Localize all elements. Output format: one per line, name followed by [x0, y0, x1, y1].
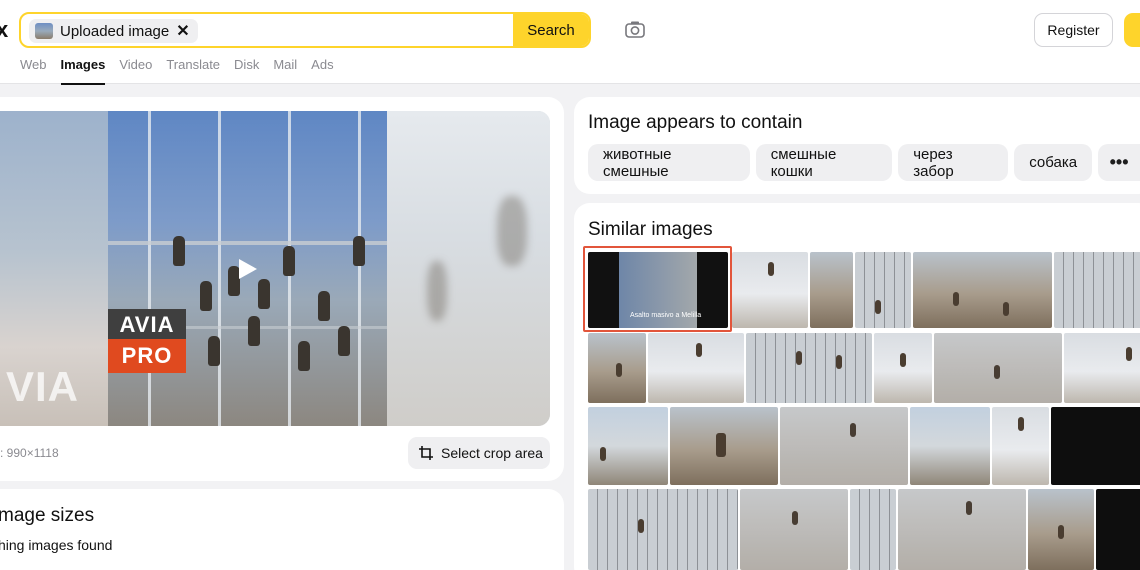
- select-crop-area-button[interactable]: Select crop area: [408, 437, 550, 469]
- search-button[interactable]: Search: [513, 14, 589, 46]
- similar-thumbnail[interactable]: [810, 252, 853, 328]
- similar-thumbnail[interactable]: [740, 489, 848, 570]
- selected-thumbnail-highlight: [583, 246, 732, 332]
- tab-mail[interactable]: Mail: [273, 57, 297, 78]
- tag-list: животные смешные смешные кошки через заб…: [588, 144, 1140, 181]
- tag-chip[interactable]: смешные кошки: [755, 144, 893, 181]
- image-sizes-title: mage sizes: [0, 505, 95, 526]
- tab-disk[interactable]: Disk: [234, 57, 259, 78]
- crop-icon: [419, 446, 433, 460]
- similar-thumbnail[interactable]: [850, 489, 896, 570]
- tab-video[interactable]: Video: [119, 57, 152, 78]
- tag-chip[interactable]: через забор: [898, 144, 1009, 181]
- tab-translate[interactable]: Translate: [166, 57, 220, 78]
- play-icon[interactable]: [239, 259, 257, 279]
- similar-thumbnail[interactable]: [588, 489, 738, 570]
- similar-thumbnail[interactable]: [648, 333, 744, 403]
- uploaded-image-thumbnail: [35, 23, 53, 39]
- image-preview[interactable]: VIA: [0, 111, 550, 426]
- tab-images[interactable]: Images: [60, 57, 105, 85]
- header: x Uploaded image ✕ Search Register Web I…: [0, 0, 1140, 85]
- similar-thumbnail[interactable]: [910, 407, 990, 485]
- similar-thumbnail[interactable]: [588, 333, 646, 403]
- close-icon[interactable]: ✕: [176, 21, 189, 41]
- camera-search-icon[interactable]: [624, 19, 646, 41]
- uploaded-image-label: Uploaded image: [60, 22, 170, 40]
- similar-thumbnail[interactable]: [1054, 252, 1140, 328]
- more-tags-button[interactable]: •••: [1098, 144, 1140, 181]
- tab-web[interactable]: Web: [20, 57, 47, 78]
- blurred-background-left: VIA: [0, 111, 108, 426]
- similar-thumbnail[interactable]: [913, 252, 1052, 328]
- similar-thumbnail[interactable]: [780, 407, 908, 485]
- similar-thumbnail[interactable]: [874, 333, 932, 403]
- similar-thumbnail[interactable]: [746, 333, 872, 403]
- uploaded-image-chip[interactable]: Uploaded image ✕: [29, 19, 198, 43]
- contains-title: Image appears to contain: [588, 112, 803, 133]
- tab-ads[interactable]: Ads: [311, 57, 333, 78]
- similar-thumbnail[interactable]: [1051, 407, 1140, 485]
- similar-thumbnail[interactable]: [898, 489, 1026, 570]
- similar-thumbnail[interactable]: [934, 333, 1062, 403]
- tag-chip[interactable]: животные смешные: [588, 144, 750, 181]
- search-tabs: Web Images Video Translate Disk Mail Ads: [20, 57, 334, 85]
- blurred-overlay-text: VIA: [6, 363, 80, 410]
- similar-thumbnail[interactable]: [588, 407, 668, 485]
- image-sizes-subtitle: hing images found: [0, 537, 113, 553]
- image-sizes-card: [0, 489, 564, 570]
- tag-chip[interactable]: собака: [1014, 144, 1093, 181]
- watermark-avia: AVIA: [108, 309, 186, 341]
- register-button[interactable]: Register: [1034, 13, 1113, 47]
- search-box[interactable]: Uploaded image ✕ Search: [19, 12, 591, 48]
- login-button[interactable]: [1124, 13, 1140, 47]
- video-frame: [108, 111, 387, 426]
- watermark-pro: PRO: [108, 339, 186, 373]
- similar-images-title: Similar images: [588, 219, 713, 240]
- similar-thumbnail[interactable]: [670, 407, 778, 485]
- similar-thumbnail[interactable]: [1028, 489, 1094, 570]
- similar-thumbnail[interactable]: [992, 407, 1049, 485]
- similar-thumbnail[interactable]: [1096, 489, 1140, 570]
- similar-thumbnail[interactable]: [855, 252, 911, 328]
- similar-thumbnail[interactable]: [1064, 333, 1140, 403]
- similar-thumbnail[interactable]: [732, 252, 808, 328]
- blurred-background-right: [387, 111, 550, 426]
- logo[interactable]: x: [0, 17, 8, 43]
- image-dimensions: : 990×1118: [0, 446, 59, 460]
- crop-button-label: Select crop area: [441, 445, 543, 461]
